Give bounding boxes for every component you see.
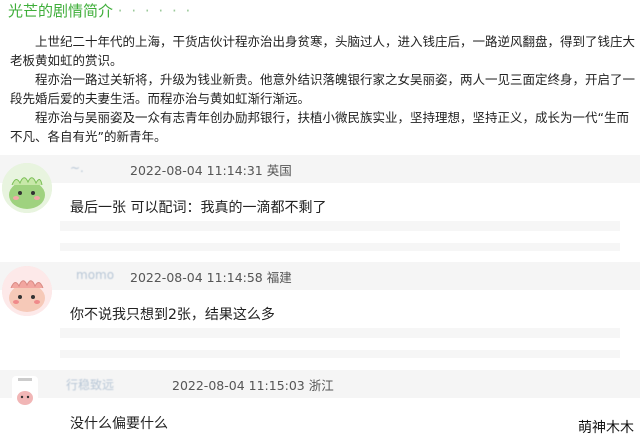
comment-header-bg xyxy=(0,155,640,183)
comment-meta: 2022-08-04 11:14:58 福建 xyxy=(130,267,292,286)
pink-dino-avatar[interactable] xyxy=(2,266,52,316)
comment-location: 浙江 xyxy=(308,378,334,393)
comment-text: 没什么偏要什么 xyxy=(70,416,168,432)
green-dino-avatar[interactable] xyxy=(2,163,52,213)
avatar-icon xyxy=(17,378,33,405)
comment-item: momo 2022-08-04 11:14:58 福建 你不说我只想到2张，结果… xyxy=(0,262,640,362)
comment-username[interactable]: 行稳致远 xyxy=(66,376,114,393)
synopsis-paragraph: 程亦治与吴丽姿及一众有志青年创办励邦银行，扶植小微民族实业，坚持理想，坚持正义，… xyxy=(10,110,629,144)
synopsis-paragraph: 上世纪二十年代的上海，干货店伙计程亦治出身贫寒，头脑过人，进入钱庄后，一路逆风翻… xyxy=(10,34,636,68)
comment-text: 你不说我只想到2张，结果这么多 xyxy=(70,307,275,323)
comment-text: 最后一张 可以配词：我真的一滴都不剩了 xyxy=(70,200,327,216)
comment-item: 行稳致远 2022-08-04 11:15:03 浙江 没什么偏要什么 xyxy=(0,370,640,439)
comment-time: 2022-08-04 11:14:58 xyxy=(130,270,263,285)
comment-username[interactable]: momo xyxy=(76,268,114,282)
comment-meta: 2022-08-04 11:15:03 浙江 xyxy=(172,375,334,394)
dino-icon xyxy=(2,163,52,213)
comment-item: ~. 2022-08-04 11:14:31 英国 最后一张 可以配词：我真的一… xyxy=(0,155,640,255)
comment-location: 英国 xyxy=(266,163,292,178)
small-pink-avatar[interactable] xyxy=(12,376,38,410)
section-title: 光芒的剧情简介 · · · · · · xyxy=(8,0,192,22)
section-title-dots: · · · · · · xyxy=(117,2,193,20)
comment-meta: 2022-08-04 11:14:31 英国 xyxy=(130,160,292,179)
blurred-reply-area xyxy=(60,328,620,358)
synopsis: 上世纪二十年代的上海，干货店伙计程亦治出身贫寒，头脑过人，进入钱庄后，一路逆风翻… xyxy=(10,32,636,146)
comment-time: 2022-08-04 11:14:31 xyxy=(130,163,263,178)
dino-icon xyxy=(2,266,52,316)
watermark: 萌神木木 xyxy=(578,420,634,436)
comment-time: 2022-08-04 11:15:03 xyxy=(172,378,305,393)
comment-username[interactable]: ~. xyxy=(70,161,84,175)
blurred-reply-area xyxy=(60,221,620,251)
synopsis-paragraph: 程亦治一路过关斩将，升级为钱业新贵。他意外结识落魄银行家之女吴丽姿，两人一见三面… xyxy=(10,72,636,106)
comment-location: 福建 xyxy=(266,270,292,285)
section-title-text: 光芒的剧情简介 xyxy=(8,2,114,20)
